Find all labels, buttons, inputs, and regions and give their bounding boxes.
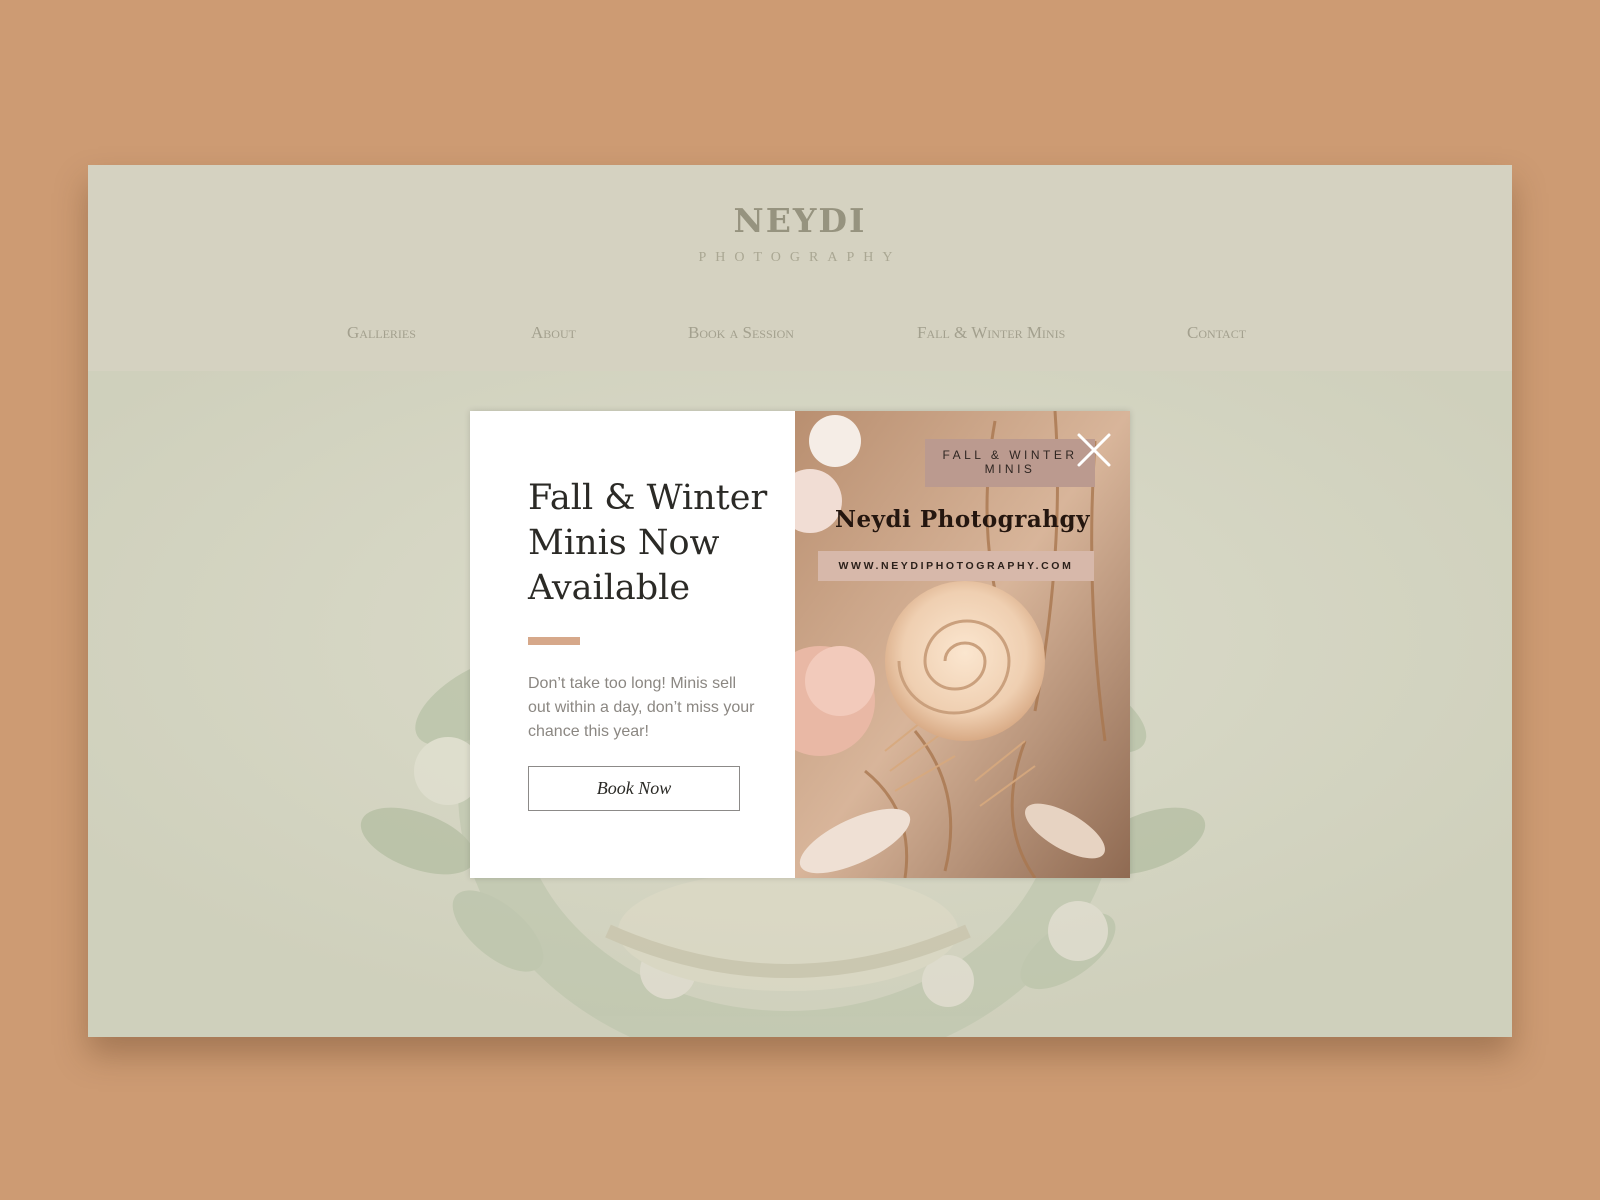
logo-name[interactable]: NEYDI — [88, 201, 1512, 240]
nav-item-book-a-session[interactable]: Book a Session — [688, 323, 794, 343]
modal-content: Fall & Winter Minis Now Available Don’t … — [470, 411, 795, 878]
nav-item-about[interactable]: About — [531, 323, 576, 343]
modal-title-line2: Minis Now — [528, 523, 720, 563]
close-button[interactable] — [1075, 431, 1113, 469]
modal-body-text: Don’t take too long! Minis sell out with… — [528, 675, 755, 740]
logo-tagline: PHOTOGRAPHY — [698, 250, 902, 265]
nav-item-contact[interactable]: Contact — [1187, 323, 1246, 343]
nav-item-fall-winter-minis[interactable]: Fall & Winter Minis — [917, 323, 1065, 343]
promo-tag-line1: FALL & WINTER — [942, 448, 1078, 462]
promo-studio-name: Neydi Photograhgy — [835, 506, 1090, 533]
modal-title-line1: Fall & Winter — [528, 478, 768, 518]
nav-item-galleries[interactable]: Galleries — [347, 323, 416, 343]
modal-title: Fall & Winter Minis Now Available — [528, 476, 768, 611]
modal-title-line3: Available — [528, 568, 691, 608]
promo-tag: FALL & WINTER MINIS — [925, 439, 1095, 487]
main-nav: Galleries About Book a Session Fall & Wi… — [88, 323, 1512, 347]
promo-modal: Fall & Winter Minis Now Available Don’t … — [470, 411, 1130, 878]
promo-tag-line2: MINIS — [984, 462, 1036, 476]
close-icon — [1077, 433, 1111, 467]
promo-image: FALL & WINTER MINIS Neydi Photograhgy WW… — [795, 411, 1130, 878]
promo-url: WWW.NEYDIPHOTOGRAPHY.COM — [818, 551, 1094, 581]
book-now-button[interactable]: Book Now — [528, 766, 740, 811]
accent-divider — [528, 637, 580, 645]
site-header: NEYDI PHOTOGRAPHY Galleries About Book a… — [88, 165, 1512, 371]
